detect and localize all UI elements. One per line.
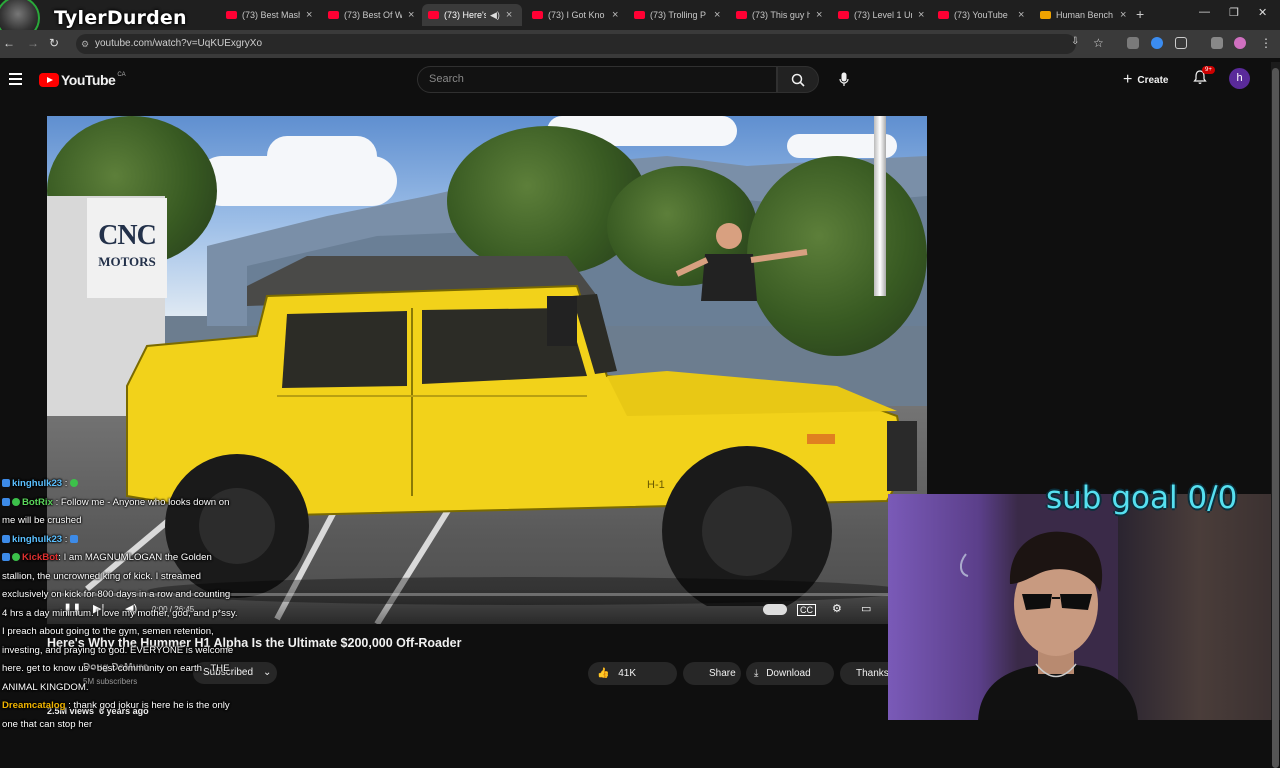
bot-badge-icon	[2, 553, 10, 561]
browser-tab[interactable]: (73) Trolling P ×	[628, 4, 720, 26]
install-icon[interactable]: ⇩	[1071, 36, 1079, 47]
close-tab-icon[interactable]: ×	[408, 9, 414, 21]
forward-icon[interactable]: →	[27, 36, 39, 50]
chat-message: kinghulk23 :	[2, 475, 238, 494]
youtube-favicon-icon	[532, 11, 543, 19]
verified-badge-icon	[12, 553, 20, 561]
streamer-person	[960, 531, 1138, 720]
emote-icon	[70, 534, 79, 543]
close-tab-icon[interactable]: ×	[918, 9, 924, 21]
chat-message: BotRix : Follow me - Anyone who looks do…	[2, 496, 230, 526]
download-icon: ⤓	[754, 668, 759, 679]
close-tab-icon[interactable]: ×	[816, 9, 822, 21]
back-icon[interactable]: ←	[3, 36, 15, 50]
streamer-name: TylerDurden	[54, 7, 187, 29]
address-bar-row: ← → ↻ ⚙ youtube.com/watch?v=UqKUExgryXo …	[0, 30, 1280, 58]
notification-badge: 9+	[1202, 66, 1215, 74]
chevron-down-icon: ⌄	[263, 667, 272, 678]
stream-chat-overlay: kinghulk23 : BotRix : Follow me - Anyone…	[2, 475, 238, 734]
page-scrollbar[interactable]	[1271, 62, 1280, 768]
search-button[interactable]	[777, 66, 819, 93]
new-tab-icon[interactable]: +	[1136, 6, 1144, 22]
miniplayer-icon[interactable]: ▭	[861, 602, 871, 615]
close-tab-icon[interactable]: ×	[1120, 9, 1126, 21]
extension-icon[interactable]	[1127, 37, 1139, 49]
search-input[interactable]: Search	[417, 66, 777, 93]
microphone-icon[interactable]	[834, 72, 854, 88]
chat-message: Dreamcatalog : thank god jokur is here h…	[2, 700, 230, 730]
extensions-puzzle-icon[interactable]	[1175, 37, 1187, 49]
hamburger-menu-icon[interactable]	[9, 73, 22, 88]
emote-icon	[70, 479, 79, 487]
verified-badge-icon	[2, 479, 10, 487]
browser-tab[interactable]: (73) I Got Kno ×	[526, 4, 618, 26]
autoplay-toggle[interactable]	[763, 604, 787, 615]
site-info-icon[interactable]: ⚙	[81, 34, 89, 54]
close-window-icon[interactable]: ✕	[1258, 6, 1267, 19]
youtube-play-icon	[39, 73, 59, 87]
captions-icon[interactable]: CC	[797, 604, 816, 616]
youtube-favicon-icon	[838, 11, 849, 19]
browser-tabstrip: (73) Best Mash × (73) Best Of W × (73) Her…	[0, 0, 1280, 30]
browser-tab[interactable]: (73) This guy h ×	[730, 4, 822, 26]
close-tab-icon[interactable]: ×	[612, 9, 618, 21]
bookmark-star-icon[interactable]: ☆	[1093, 36, 1104, 50]
bot-badge-icon	[2, 497, 10, 506]
bolt-favicon-icon	[1040, 11, 1051, 19]
youtube-favicon-icon	[938, 11, 949, 19]
browser-tab[interactable]: (73) YouTube ×	[932, 4, 1024, 26]
streamer-webcam	[888, 494, 1280, 720]
reload-icon[interactable]: ↻	[49, 36, 59, 50]
extension-icon[interactable]	[1151, 37, 1163, 49]
speaker-icon[interactable]: ◀)	[490, 10, 500, 21]
youtube-favicon-icon	[226, 11, 237, 19]
scrollbar-thumb[interactable]	[1272, 68, 1279, 768]
youtube-favicon-icon	[428, 11, 439, 19]
sub-goal-overlay: sub goal 0/0	[1046, 480, 1238, 516]
close-tab-icon[interactable]: ×	[1018, 9, 1024, 21]
like-button[interactable]: 👍 41K	[588, 662, 677, 685]
download-button[interactable]: ⤓ Download	[746, 662, 834, 685]
browser-tab-active[interactable]: (73) Here's ◀) ×	[422, 4, 522, 26]
youtube-header: YouTube CA Search + Create 9+ h	[0, 60, 1280, 100]
restore-icon[interactable]: ❐	[1229, 6, 1239, 19]
verified-badge-icon	[2, 534, 10, 543]
thumbs-up-icon: 👍	[597, 668, 610, 679]
search-icon	[791, 73, 805, 87]
share-button[interactable]: Share	[683, 662, 741, 685]
youtube-favicon-icon	[736, 11, 747, 19]
create-button[interactable]: + Create	[1123, 69, 1168, 91]
close-tab-icon[interactable]: ×	[306, 9, 312, 21]
hummer-badge: H-1	[647, 479, 665, 491]
user-avatar[interactable]: h	[1229, 68, 1250, 89]
media-control-icon[interactable]	[1211, 37, 1223, 49]
chat-message: kinghulk23 :	[2, 531, 238, 550]
menu-dots-icon[interactable]: ⋮	[1260, 36, 1272, 50]
settings-gear-icon[interactable]: ⚙	[832, 602, 842, 615]
browser-tab[interactable]: (73) Level 1 Un ×	[832, 4, 924, 26]
youtube-logo[interactable]: YouTube CA	[39, 72, 126, 88]
profile-icon[interactable]	[1234, 37, 1246, 49]
close-tab-icon[interactable]: ×	[714, 9, 720, 21]
youtube-favicon-icon	[634, 11, 645, 19]
url-field[interactable]: ⚙ youtube.com/watch?v=UqKUExgryXo	[76, 34, 1076, 54]
chat-message: KickBot: I am MAGNUMLOGAN the Golden sta…	[2, 552, 238, 693]
close-tab-icon[interactable]: ×	[506, 9, 512, 21]
browser-tab[interactable]: (73) Best Mash ×	[220, 4, 312, 26]
verified-badge-icon	[12, 497, 20, 506]
plus-icon: +	[1123, 71, 1133, 88]
youtube-favicon-icon	[328, 11, 339, 19]
browser-tab[interactable]: Human Bench ×	[1034, 4, 1126, 26]
minimize-icon[interactable]: —	[1199, 6, 1210, 18]
browser-tab[interactable]: (73) Best Of W ×	[322, 4, 414, 26]
